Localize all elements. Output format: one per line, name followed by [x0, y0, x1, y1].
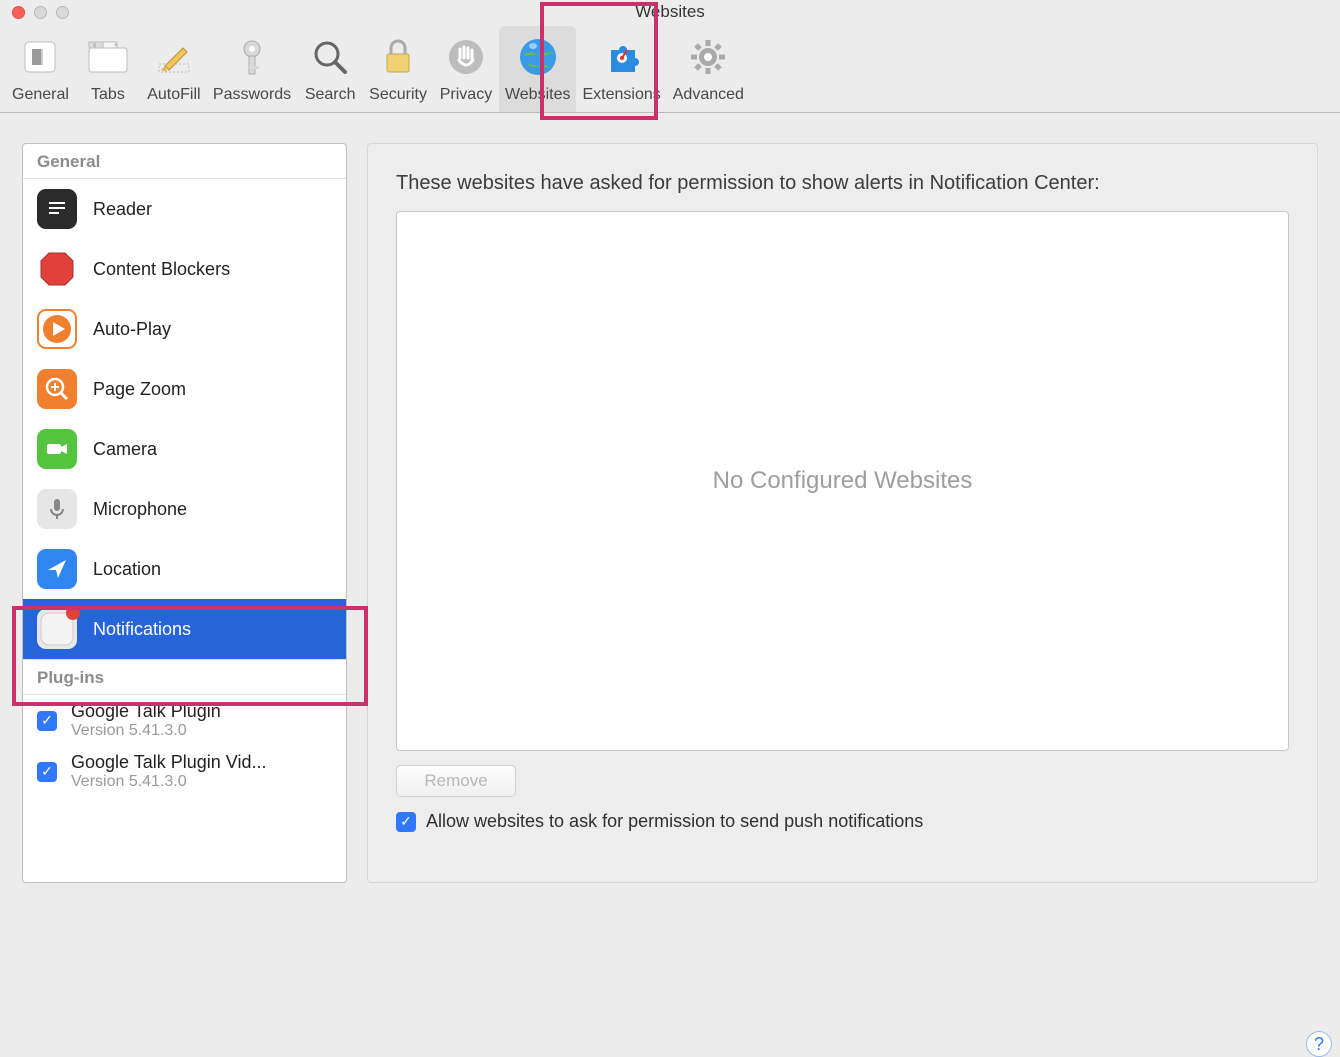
play-icon	[37, 309, 77, 349]
key-icon	[225, 30, 279, 84]
toolbar-item-general[interactable]: General	[6, 26, 75, 112]
remove-button[interactable]: Remove	[396, 765, 516, 797]
sidebar-item-auto-play[interactable]: Auto-Play	[23, 299, 346, 359]
svg-text:+: +	[114, 43, 118, 49]
plugin-version: Version 5.41.3.0	[71, 722, 221, 740]
toolbar-item-websites[interactable]: Websites	[499, 26, 577, 112]
hand-icon	[439, 30, 493, 84]
sidebar-item-reader[interactable]: Reader	[23, 179, 346, 239]
toolbar-item-privacy[interactable]: Privacy	[433, 26, 499, 112]
puzzle-icon	[595, 30, 649, 84]
plugin-item-google-talk-video[interactable]: ✓ Google Talk Plugin Vid... Version 5.41…	[23, 746, 346, 797]
toolbar-item-search[interactable]: Search	[297, 26, 363, 112]
lock-icon	[371, 30, 425, 84]
plugin-name: Google Talk Plugin Vid...	[71, 752, 266, 773]
toolbar-item-extensions[interactable]: Extensions	[576, 26, 666, 112]
window-title: Websites	[0, 2, 1340, 22]
tabs-icon: x+	[81, 30, 135, 84]
plugin-version: Version 5.41.3.0	[71, 773, 266, 791]
stop-sign-icon	[37, 249, 77, 289]
sidebar-section-general: General	[23, 144, 346, 179]
allow-label: Allow websites to ask for permission to …	[426, 811, 923, 832]
switch-icon	[13, 30, 67, 84]
zoom-icon	[37, 369, 77, 409]
magnifier-icon	[303, 30, 357, 84]
toolbar-item-tabs[interactable]: x+ Tabs	[75, 26, 141, 112]
sidebar-section-plugins: Plug-ins	[23, 659, 346, 695]
plugin-checkbox[interactable]: ✓	[37, 711, 57, 731]
content-area: General Reader Content Blockers Auto-Pla…	[0, 113, 1340, 1047]
sidebar-item-camera[interactable]: Camera	[23, 419, 346, 479]
sidebar-item-location[interactable]: Location	[23, 539, 346, 599]
camera-icon	[37, 429, 77, 469]
sidebar: General Reader Content Blockers Auto-Pla…	[22, 143, 347, 883]
help-button[interactable]: ?	[1306, 1031, 1332, 1057]
reader-icon	[37, 189, 77, 229]
main-panel: These websites have asked for permission…	[367, 143, 1318, 883]
main-heading: These websites have asked for permission…	[396, 172, 1289, 195]
toolbar-item-autofill[interactable]: AutoFill	[141, 26, 207, 112]
sidebar-item-notifications[interactable]: Notifications	[23, 599, 346, 659]
empty-state-text: No Configured Websites	[713, 467, 973, 495]
allow-checkbox[interactable]: ✓	[396, 812, 416, 832]
allow-row: ✓ Allow websites to ask for permission t…	[396, 811, 1289, 832]
plugin-name: Google Talk Plugin	[71, 701, 221, 722]
pencil-icon	[147, 30, 201, 84]
websites-list[interactable]: No Configured Websites	[396, 211, 1289, 751]
preferences-window: Websites General x+ Tabs AutoFill Pa	[0, 0, 1340, 1047]
sidebar-item-page-zoom[interactable]: Page Zoom	[23, 359, 346, 419]
toolbar-item-advanced[interactable]: Advanced	[667, 26, 750, 112]
location-arrow-icon	[37, 549, 77, 589]
notifications-icon	[37, 609, 77, 649]
svg-text:x: x	[93, 43, 96, 49]
remove-row: Remove	[396, 751, 1289, 811]
globe-icon	[511, 30, 565, 84]
toolbar-item-security[interactable]: Security	[363, 26, 433, 112]
gear-icon	[681, 30, 735, 84]
plugin-item-google-talk[interactable]: ✓ Google Talk Plugin Version 5.41.3.0	[23, 695, 346, 746]
sidebar-item-microphone[interactable]: Microphone	[23, 479, 346, 539]
titlebar: Websites	[0, 0, 1340, 24]
microphone-icon	[37, 489, 77, 529]
preferences-toolbar: General x+ Tabs AutoFill Passwords Searc…	[0, 24, 1340, 113]
plugin-checkbox[interactable]: ✓	[37, 762, 57, 782]
sidebar-item-content-blockers[interactable]: Content Blockers	[23, 239, 346, 299]
toolbar-item-passwords[interactable]: Passwords	[207, 26, 297, 112]
